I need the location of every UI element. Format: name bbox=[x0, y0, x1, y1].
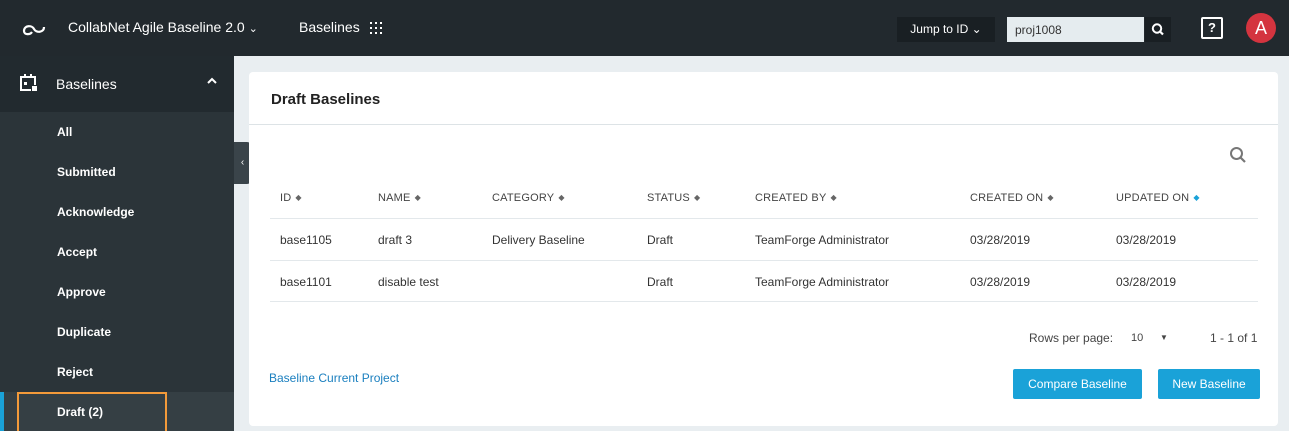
column-header-label: UPDATED ON bbox=[1116, 192, 1190, 204]
table-cell: draft 3 bbox=[378, 233, 413, 247]
top-bar: CollabNet Agile Baseline 2.0 ⌄ Baselines … bbox=[0, 0, 1289, 56]
sidebar-section-header[interactable]: Baselines bbox=[0, 56, 234, 112]
sort-icon: ◆ bbox=[1193, 193, 1200, 202]
rows-per-page-label: Rows per page: bbox=[1029, 331, 1114, 345]
table-cell: 03/28/2019 bbox=[970, 275, 1031, 289]
jump-to-id-dropdown[interactable]: Jump to ID ⌄ bbox=[897, 17, 995, 42]
table-cell: base1105 bbox=[280, 233, 332, 247]
table-cell: base1101 bbox=[280, 275, 332, 289]
table-cell: Draft bbox=[647, 275, 674, 289]
header-divider bbox=[270, 218, 1258, 219]
compare-baseline-button[interactable]: Compare Baseline bbox=[1013, 369, 1142, 399]
column-header-name[interactable]: NAME ◆ bbox=[378, 192, 421, 204]
sidebar-item-approve[interactable]: Approve bbox=[0, 272, 234, 312]
search-button[interactable] bbox=[1145, 17, 1171, 42]
table-search-icon[interactable] bbox=[1229, 146, 1247, 164]
new-baseline-button[interactable]: New Baseline bbox=[1158, 369, 1260, 399]
app-title: CollabNet Agile Baseline 2.0 bbox=[68, 19, 245, 35]
sort-icon: ◆ bbox=[830, 193, 837, 202]
app-switcher[interactable]: CollabNet Agile Baseline 2.0 ⌄ bbox=[68, 19, 258, 35]
column-header-updated-on[interactable]: UPDATED ON ◆ bbox=[1116, 192, 1200, 204]
sidebar-item-submitted[interactable]: Submitted bbox=[0, 152, 234, 192]
help-button[interactable]: ? bbox=[1201, 17, 1223, 39]
project-id-input[interactable] bbox=[1007, 17, 1144, 42]
baseline-calendar-icon bbox=[20, 74, 38, 92]
module-title[interactable]: Baselines bbox=[299, 19, 360, 35]
chevron-down-icon: ⌄ bbox=[968, 22, 982, 36]
column-header-id[interactable]: ID ◆ bbox=[280, 192, 302, 204]
search-icon bbox=[1151, 23, 1164, 36]
column-header-label: ID bbox=[280, 192, 292, 204]
rows-per-page-select[interactable]: 10 bbox=[1131, 332, 1143, 344]
table-cell: 03/28/2019 bbox=[970, 233, 1031, 247]
sidebar-item-acknowledge[interactable]: Acknowledge bbox=[0, 192, 234, 232]
sort-icon: ◆ bbox=[414, 193, 421, 202]
column-header-label: CREATED ON bbox=[970, 192, 1044, 204]
divider bbox=[249, 124, 1278, 125]
pagination-range: 1 - 1 of 1 bbox=[1210, 331, 1258, 345]
sidebar-item-all[interactable]: All bbox=[0, 112, 234, 152]
sidebar-section-title: Baselines bbox=[56, 76, 117, 92]
column-header-category[interactable]: CATEGORY ◆ bbox=[492, 192, 565, 204]
sort-icon: ◆ bbox=[295, 193, 302, 202]
page-title: Draft Baselines bbox=[271, 91, 381, 108]
jump-to-id-label: Jump to ID bbox=[910, 22, 969, 36]
row-divider bbox=[270, 301, 1258, 302]
column-header-label: CREATED BY bbox=[755, 192, 827, 204]
table-cell: Draft bbox=[647, 233, 674, 247]
table-cell: TeamForge Administrator bbox=[755, 275, 890, 289]
table-cell: disable test bbox=[378, 275, 439, 289]
table-cell: 03/28/2019 bbox=[1116, 275, 1177, 289]
sort-icon: ◆ bbox=[693, 193, 701, 202]
sidebar-item-reject[interactable]: Reject bbox=[0, 352, 234, 392]
sort-icon: ◆ bbox=[558, 193, 565, 202]
chevron-left-icon: ‹ bbox=[240, 157, 245, 168]
column-header-created-on[interactable]: CREATED ON ◆ bbox=[970, 192, 1054, 204]
sidebar: Baselines All Submitted Acknowledge Acce… bbox=[0, 56, 234, 431]
table-cell: 03/28/2019 bbox=[1116, 233, 1177, 247]
collabnet-logo-icon[interactable] bbox=[20, 19, 48, 39]
sidebar-item-accept[interactable]: Accept bbox=[0, 232, 234, 272]
draft-baselines-panel: Draft Baselines ID ◆ NAME ◆ CATEGORY ◆ STAT… bbox=[249, 72, 1278, 426]
caret-down-icon[interactable]: ▼ bbox=[1160, 333, 1168, 342]
chevron-down-icon: ⌄ bbox=[248, 23, 258, 35]
row-divider bbox=[270, 260, 1258, 261]
column-header-label: CATEGORY bbox=[492, 192, 555, 204]
column-header-created-by[interactable]: CREATED BY ◆ bbox=[755, 192, 837, 204]
sort-icon: ◆ bbox=[1047, 193, 1054, 202]
column-header-label: STATUS bbox=[647, 192, 690, 204]
table-cell: TeamForge Administrator bbox=[755, 233, 890, 247]
sidebar-item-duplicate[interactable]: Duplicate bbox=[0, 312, 234, 352]
app-grid-icon[interactable] bbox=[370, 22, 382, 34]
chevron-up-icon[interactable] bbox=[206, 75, 218, 87]
baseline-current-project-link[interactable]: Baseline Current Project bbox=[269, 371, 399, 385]
column-header-status[interactable]: STATUS ◆ bbox=[647, 192, 700, 204]
column-header-label: NAME bbox=[378, 192, 411, 204]
user-avatar[interactable]: A bbox=[1246, 13, 1276, 43]
table-cell: Delivery Baseline bbox=[492, 233, 585, 247]
highlight-box bbox=[17, 392, 167, 431]
